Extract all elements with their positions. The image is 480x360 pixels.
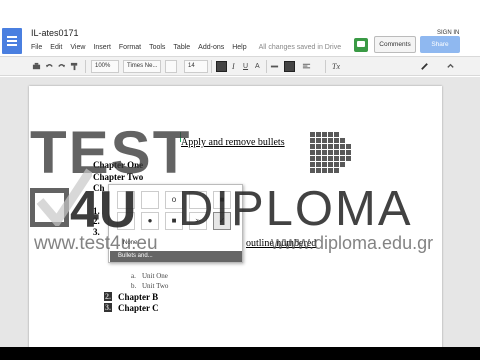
docs-logo-icon[interactable] [2, 28, 22, 54]
bullet-option-1[interactable] [117, 191, 135, 209]
print-icon[interactable] [32, 62, 41, 71]
style-select-hidden[interactable] [165, 60, 177, 73]
menu-help[interactable]: Help [232, 44, 246, 55]
bullet-option-6[interactable] [117, 212, 135, 230]
doc-title[interactable]: IL-ates0171 [31, 28, 79, 38]
bullet-option-square[interactable]: ■ [165, 212, 183, 230]
doc-chapter-c[interactable]: Chapter C [118, 303, 159, 313]
doc-heading-bullets[interactable]: Apply and remove bullets [181, 137, 285, 148]
header: IL-ates0171 File Edit View Insert Format… [0, 22, 480, 56]
bold-button[interactable] [216, 61, 227, 72]
menu-file[interactable]: File [31, 44, 42, 55]
diploma-logo-icon [310, 132, 351, 173]
bullet-more-options[interactable]: Bullets and... [110, 251, 242, 262]
pencil-icon[interactable] [420, 62, 429, 71]
saved-status: All changes saved in Drive [258, 44, 342, 51]
chat-icon[interactable] [354, 38, 368, 52]
doc-line-chapter-partial[interactable]: Ch [93, 183, 105, 193]
doc-line-chapter-two[interactable]: Chapter Two [93, 172, 143, 182]
paint-format-icon[interactable] [70, 62, 79, 71]
underline-button[interactable]: U [243, 61, 248, 72]
menu-view[interactable]: View [70, 44, 85, 55]
doc-unit-a-marker: a. [131, 272, 136, 280]
menu-insert[interactable]: Insert [93, 44, 111, 55]
bullet-option-4[interactable] [189, 191, 207, 209]
bullet-option-5[interactable]: ■ [213, 191, 231, 209]
insert-comment-button[interactable] [284, 61, 295, 72]
collapse-icon[interactable] [446, 62, 455, 71]
doc-line-chapter-one[interactable]: Chapter One [93, 160, 143, 170]
zoom-select[interactable]: 100% [91, 60, 119, 73]
comments-button[interactable]: Comments [374, 36, 416, 53]
link-icon[interactable] [270, 62, 279, 71]
font-size-select[interactable]: 14 [184, 60, 208, 73]
doc-number-2[interactable]: 2. [93, 216, 100, 226]
menu-tools[interactable]: Tools [149, 44, 165, 55]
doc-chapter-c-marker: 3. [104, 303, 112, 312]
menu-table[interactable]: Table [173, 44, 190, 55]
share-button[interactable]: Share [420, 36, 460, 53]
bullet-none-option[interactable]: None [115, 238, 235, 249]
align-left-icon[interactable] [302, 62, 311, 71]
doc-number-3[interactable]: 3. [93, 227, 100, 237]
menu-format[interactable]: Format [119, 44, 141, 55]
bullet-option-3[interactable]: o [165, 191, 183, 209]
doc-unit-b-marker: b. [131, 282, 137, 290]
toolbar: 100% Times Ne... 14 I U A Tx [0, 56, 480, 76]
doc-unit-two[interactable]: Unit Two [142, 282, 168, 290]
google-docs-window: IL-ates0171 File Edit View Insert Format… [0, 0, 480, 347]
bottom-letterbox [0, 347, 480, 360]
menu-edit[interactable]: Edit [50, 44, 62, 55]
bullet-option-check[interactable]: ✓ [213, 212, 231, 230]
redo-icon[interactable] [57, 62, 66, 71]
font-select[interactable]: Times Ne... [123, 60, 161, 73]
bullet-option-disc[interactable]: ● [141, 212, 159, 230]
doc-chapter-b-marker: 2. [104, 292, 112, 301]
menu-addons[interactable]: Add-ons [198, 44, 224, 55]
bullet-option-arrow[interactable]: ➢ [189, 212, 207, 230]
doc-chapter-b[interactable]: Chapter B [118, 292, 158, 302]
text-color-button[interactable]: A [255, 61, 260, 72]
doc-heading-outline[interactable]: outline numbered [246, 238, 316, 249]
undo-icon[interactable] [45, 62, 54, 71]
italic-button[interactable]: I [232, 61, 235, 72]
watermark-check-icon [36, 168, 92, 226]
bullet-option-2[interactable] [141, 191, 159, 209]
clear-formatting-button[interactable]: Tx [332, 61, 340, 72]
bullet-style-menu: o ■ ● ■ ➢ ✓ None Bullets and... [108, 184, 243, 263]
menubar: File Edit View Insert Format Tools Table… [31, 44, 349, 55]
text-cursor [180, 132, 181, 142]
doc-unit-one[interactable]: Unit One [142, 272, 168, 280]
doc-number-1[interactable]: 1. [93, 206, 100, 216]
